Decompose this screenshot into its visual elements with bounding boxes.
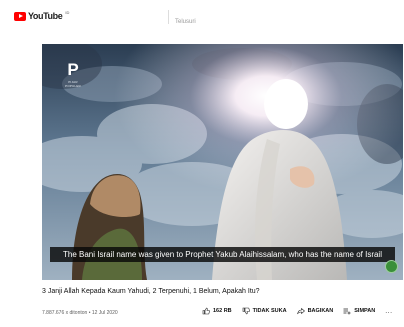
share-button[interactable]: BAGIKAN <box>296 307 334 315</box>
video-player[interactable]: P PIJAR POPULER The Bani Israil name was… <box>42 44 403 280</box>
action-bar: 162 RB TIDAK SUKA BAGIKAN SIMPAN ... <box>202 307 393 315</box>
channel-badge-icon[interactable] <box>385 260 398 273</box>
search-placeholder: Telusuri <box>175 19 196 25</box>
dislike-button[interactable]: TIDAK SUKA <box>242 307 287 315</box>
channel-watermark: P PIJAR POPULER <box>60 60 86 90</box>
like-button[interactable]: 162 RB <box>202 307 232 315</box>
video-meta: 7.887.676 x ditonton • 12 Jul 2020 <box>42 310 118 316</box>
video-title: 3 Janji Allah Kepada Kaum Yahudi, 2 Terp… <box>42 288 260 295</box>
share-icon <box>296 307 305 315</box>
youtube-logo[interactable]: YouTube ID <box>14 9 70 21</box>
logo-country-code: ID <box>65 9 70 15</box>
channel-logo-icon: P <box>67 60 79 79</box>
top-bar: YouTube ID Telusuri <box>0 0 404 36</box>
youtube-logo-icon <box>14 11 26 21</box>
save-button[interactable]: SIMPAN <box>343 307 375 315</box>
logo-text: YouTube <box>28 11 63 21</box>
like-count: 162 RB <box>213 308 232 314</box>
video-frame <box>42 44 403 280</box>
video-subtitle: The Bani Israil name was given to Prophe… <box>50 247 395 262</box>
search-input[interactable]: Telusuri <box>168 10 196 25</box>
more-icon[interactable]: ... <box>385 308 392 315</box>
save-label: SIMPAN <box>354 308 376 314</box>
save-playlist-icon <box>343 308 351 315</box>
channel-logo-caption: PIJAR POPULER <box>65 80 81 88</box>
thumbs-down-icon <box>242 307 250 315</box>
share-label: BAGIKAN <box>307 308 334 314</box>
thumbs-up-icon <box>202 307 210 315</box>
dislike-label: TIDAK SUKA <box>252 308 287 314</box>
